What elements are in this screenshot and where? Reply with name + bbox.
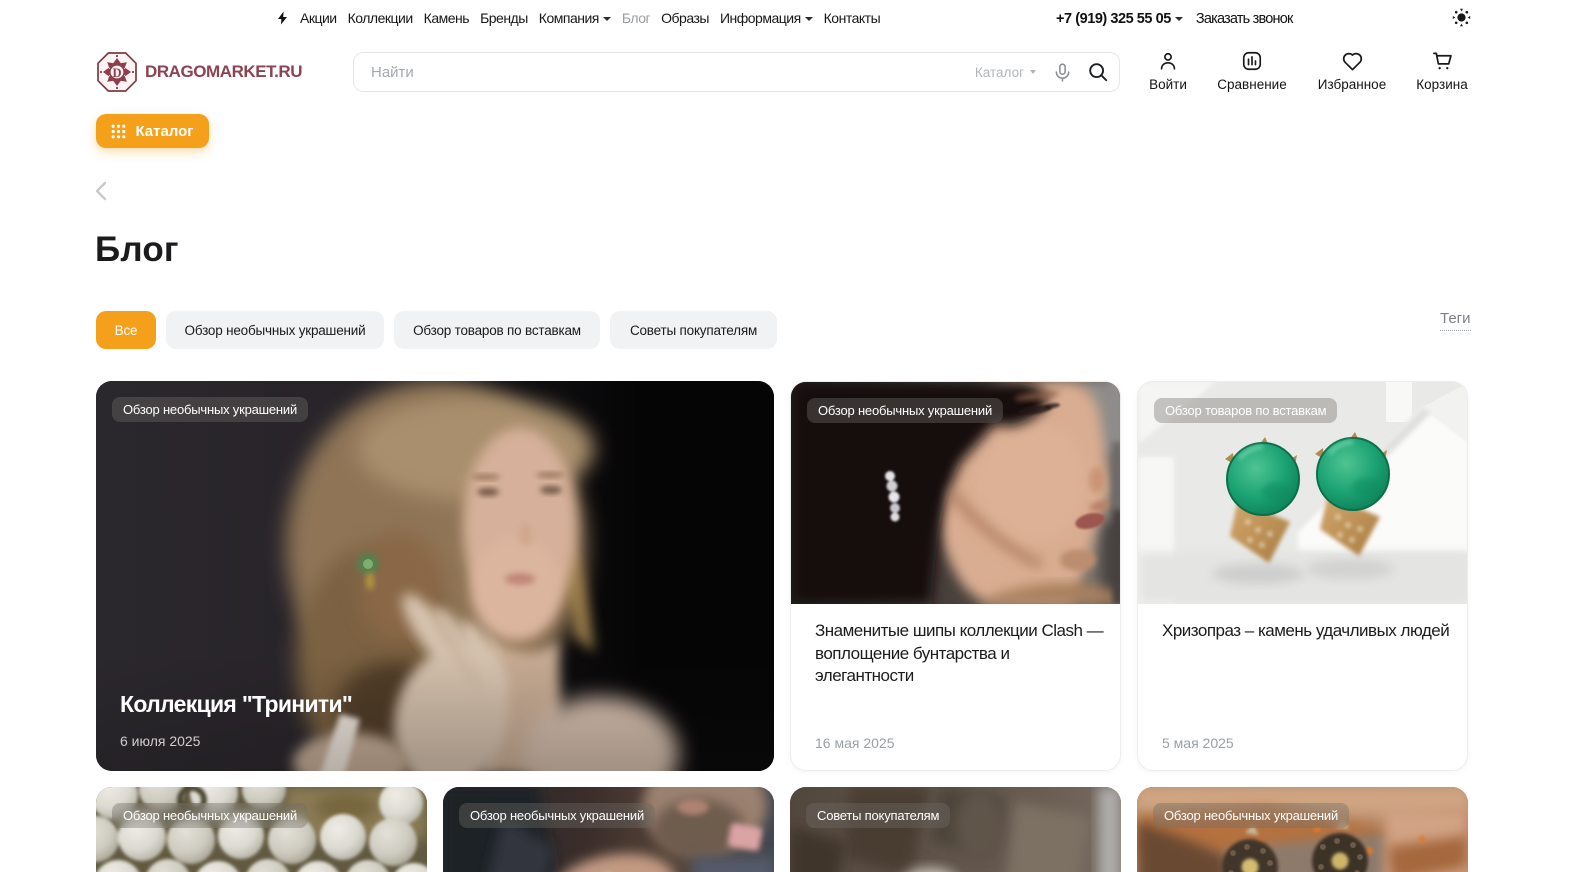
svg-text:D: D — [112, 66, 121, 80]
